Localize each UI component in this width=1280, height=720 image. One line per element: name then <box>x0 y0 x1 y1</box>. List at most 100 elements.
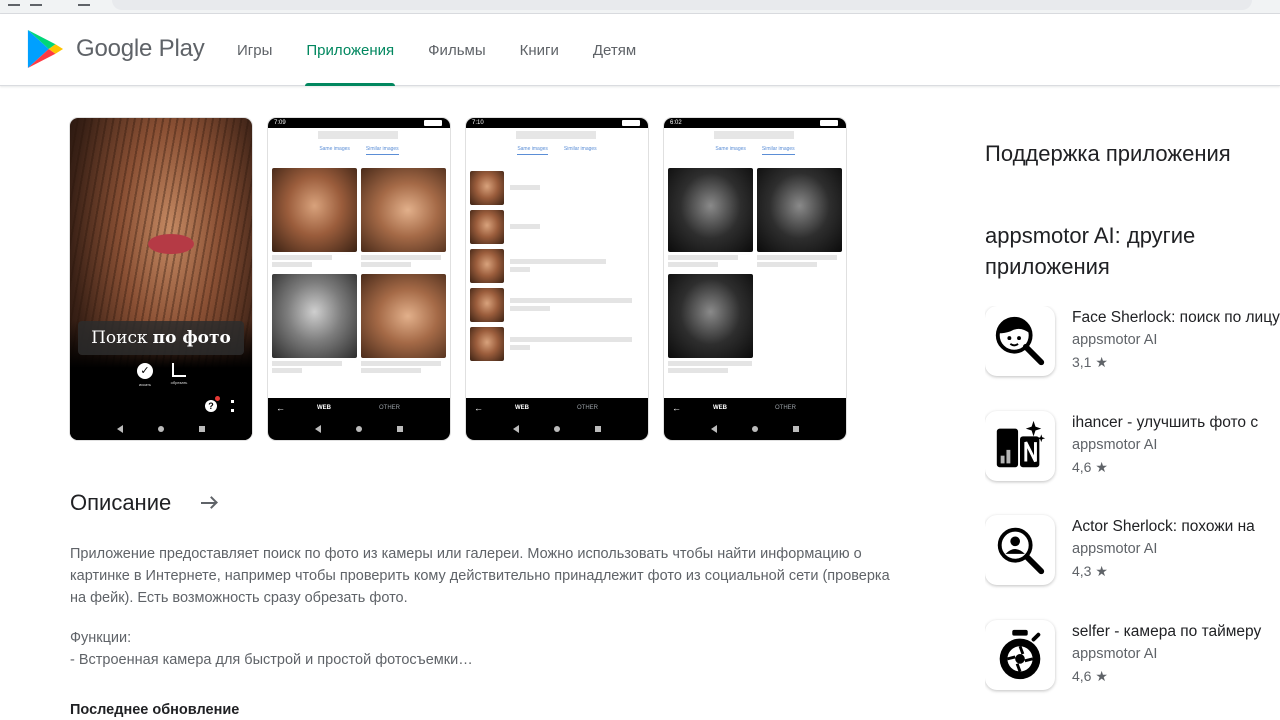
arrow-back-icon: ← <box>474 403 483 413</box>
grid-cell <box>361 274 446 376</box>
google-play-logo[interactable]: Google Play <box>26 28 205 70</box>
description-body: Приложение предоставляет поиск по фото и… <box>70 546 890 606</box>
nav-recent-icon <box>198 426 205 432</box>
tab-similar-images: Similar images <box>365 146 399 155</box>
result-thumbnail <box>272 168 357 252</box>
top-nav: Игры Приложения Фильмы Книги Детям <box>220 14 653 86</box>
shot-tabs: Same images Similar images <box>466 146 648 155</box>
shot-actionbar: ← WEB OTHER <box>466 398 648 418</box>
result-thumbnail <box>470 287 504 322</box>
app-item-face-sherlock[interactable]: Face Sherlock: поиск по лицу appsmotor A… <box>985 306 1280 411</box>
result-thumbnail <box>470 209 504 244</box>
list-item <box>470 168 644 207</box>
nav-back-icon <box>513 425 520 433</box>
result-list <box>470 168 644 363</box>
search-action: ✓ искать <box>134 363 156 387</box>
blurred-caption <box>272 358 357 376</box>
nav-back-icon <box>711 425 718 433</box>
result-thumbnail <box>668 168 753 252</box>
functions-label: Функции: <box>70 630 132 646</box>
android-navbar <box>268 418 450 440</box>
screenshot-caption: Поиск по фото <box>78 321 244 355</box>
nav-home-icon <box>751 426 758 432</box>
nav-home-icon <box>157 426 164 432</box>
app-name: ihancer - улучшить фото с <box>1072 413 1259 431</box>
screenshot-1[interactable]: Поиск по фото ✓ искать обрезать ? <box>70 118 252 440</box>
blurred-caption <box>361 358 446 376</box>
nav-back-icon <box>315 425 322 433</box>
image-grid <box>668 168 842 376</box>
blurred-title <box>318 131 398 139</box>
caption-bold: по фото <box>152 328 231 348</box>
screenshot-4[interactable]: 6:02 Same images Similar images ← WEB OT… <box>664 118 846 440</box>
nav-books[interactable]: Книги <box>503 14 576 86</box>
address-bar[interactable] <box>112 0 1252 10</box>
app-rating: 4,6 ★ <box>1072 667 1108 684</box>
more-vert-icon <box>231 400 234 412</box>
grid-cell <box>668 168 753 270</box>
result-thumbnail <box>470 248 504 283</box>
blurred-caption <box>272 252 357 270</box>
result-thumbnail <box>361 168 446 252</box>
status-bar: 7:10 <box>466 118 648 128</box>
nav-games[interactable]: Игры <box>220 14 289 86</box>
blurred-text <box>510 259 606 272</box>
other-tab: OTHER <box>379 405 400 411</box>
grid-cell <box>272 274 357 376</box>
blurred-caption <box>668 252 753 270</box>
app-developer: appsmotor AI <box>1072 436 1158 453</box>
grid-cell <box>668 274 753 376</box>
description-header[interactable]: Описание <box>70 490 217 516</box>
nav-recent-icon <box>396 426 403 432</box>
tab-similar-images: Similar images <box>761 146 795 155</box>
web-tab: WEB <box>713 405 727 411</box>
image-grid <box>272 168 446 376</box>
app-name: Face Sherlock: поиск по лицу <box>1072 309 1280 326</box>
help-icon: ? <box>205 400 217 412</box>
app-item-actor-sherlock[interactable]: Actor Sherlock: похожи на appsmotor AI 4… <box>985 515 1280 620</box>
result-thumbnail <box>757 168 842 252</box>
logo-text: Google Play <box>76 35 205 62</box>
functions-item: - Встроенная камера для быстрой и просто… <box>70 652 473 668</box>
screenshot-3[interactable]: 7:10 Same images Similar images ← WEB OT… <box>466 118 648 440</box>
shot-actionbar: ← WEB OTHER <box>268 398 450 418</box>
android-navbar <box>664 418 846 440</box>
arrow-forward-icon[interactable] <box>201 496 217 510</box>
screenshot-carousel: Поиск по фото ✓ искать обрезать ? 7:09 S… <box>70 118 846 440</box>
app-support-toggle[interactable]: Поддержка приложения <box>985 141 1231 167</box>
arrow-back-icon: ← <box>672 403 681 413</box>
timer-camera-icon <box>985 619 1055 690</box>
screenshot-2[interactable]: 7:09 Same images Similar images ← WEB OT… <box>268 118 450 440</box>
result-thumbnail <box>361 274 446 358</box>
crop-action-label: обрезать <box>170 380 188 385</box>
search-action-label: искать <box>138 382 152 387</box>
blurred-text <box>510 185 540 190</box>
app-rating: 4,3 ★ <box>1072 563 1108 579</box>
browser-reload-icon[interactable] <box>78 0 90 6</box>
list-item <box>470 246 644 285</box>
list-item <box>470 324 644 363</box>
play-header: Google Play Игры Приложения Фильмы Книги… <box>0 14 1280 86</box>
face-search-icon <box>985 306 1055 376</box>
nav-apps[interactable]: Приложения <box>289 14 411 86</box>
crop-action: обрезать <box>168 363 190 387</box>
tab-same-images: Same images <box>715 146 746 152</box>
status-bar: 6:02 <box>664 118 846 128</box>
app-item-ihancer[interactable]: ihancer - улучшить фото с appsmotor AI 4… <box>985 410 1280 516</box>
browser-toolbar <box>0 0 1280 14</box>
app-item-selfer[interactable]: selfer - камера по таймеру appsmotor AI … <box>985 619 1280 720</box>
blurred-title <box>714 131 794 139</box>
result-thumbnail <box>470 170 504 205</box>
list-item <box>470 207 644 246</box>
web-tab: WEB <box>317 405 331 411</box>
browser-back-icon[interactable] <box>8 0 20 6</box>
other-tab: OTHER <box>775 405 796 411</box>
status-bar: 7:09 <box>268 118 450 128</box>
caption-plain: Поиск <box>91 328 148 348</box>
shot-tabs: Same images Similar images <box>664 146 846 155</box>
browser-forward-icon[interactable] <box>30 0 42 6</box>
tab-same-images: Same images <box>319 146 350 152</box>
app-developer: appsmotor AI <box>1072 645 1158 662</box>
nav-movies[interactable]: Фильмы <box>411 14 502 86</box>
nav-kids[interactable]: Детям <box>576 14 653 86</box>
